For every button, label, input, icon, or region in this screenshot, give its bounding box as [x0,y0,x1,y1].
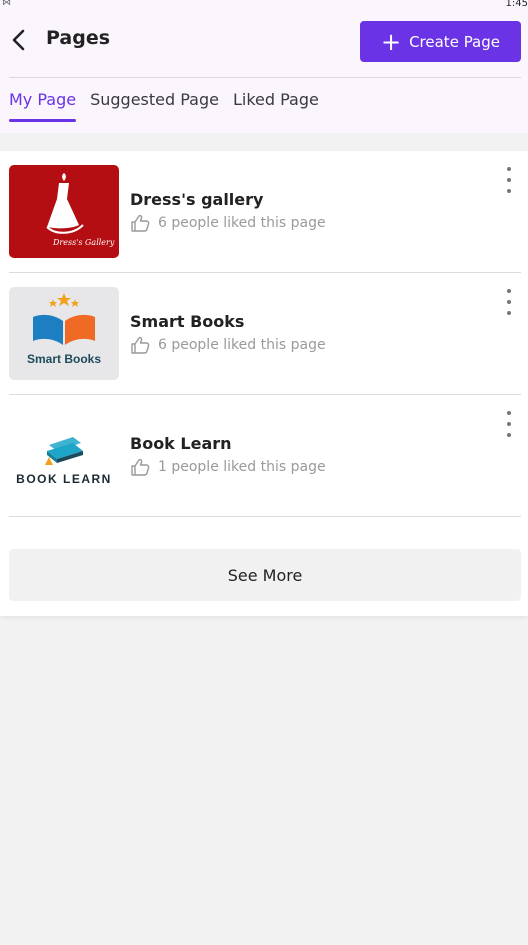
likes-text: 1 people liked this page [158,459,326,475]
likes-text: 6 people liked this page [158,337,326,353]
page-likes: 1 people liked this page [130,458,326,476]
more-options-icon[interactable] [503,411,515,437]
page-list-item[interactable]: BOOK LEARN Book Learn 1 people liked thi… [9,395,521,517]
notification-muted-icon: ⋈ [2,0,11,8]
thumbs-up-icon [131,336,150,354]
page-name[interactable]: Smart Books [130,312,244,331]
dress-logo-icon: Dress's Gallery [46,173,115,247]
header-divider [9,77,521,78]
book-learn-logo-icon: BOOK LEARN [16,437,112,486]
pages-list-card: Dress's Gallery Dress's gallery 6 people… [0,151,528,616]
page-name[interactable]: Book Learn [130,434,232,453]
back-arrow-icon[interactable] [8,28,32,52]
app-header: Pages + Create Page [0,10,528,133]
likes-text: 6 people liked this page [158,215,326,231]
page-likes: 6 people liked this page [130,336,326,354]
status-time: 1:45 [505,0,528,9]
thumbs-up-icon [131,214,150,232]
page-logo-dress-gallery: Dress's Gallery [9,165,119,258]
book-logo-icon: Smart Books [27,293,101,366]
tab-liked-page[interactable]: Liked Page [233,90,319,109]
svg-text:BOOK LEARN: BOOK LEARN [16,472,112,486]
page-title: Pages [46,27,111,49]
more-options-icon[interactable] [503,289,515,315]
svg-text:Dress's Gallery: Dress's Gallery [52,238,115,247]
page-logo-book-learn: BOOK LEARN [9,409,119,502]
page-list-item[interactable]: Smart Books Smart Books 6 people liked t… [9,273,521,395]
plus-icon: + [380,27,402,56]
page-tabs: My Page Suggested Page Liked Page [9,90,319,122]
page-logo-smart-books: Smart Books [9,287,119,380]
tab-my-page[interactable]: My Page [9,90,77,122]
thumbs-up-icon [131,458,150,476]
tab-suggested-page[interactable]: Suggested Page [90,90,219,109]
more-options-icon[interactable] [503,167,515,193]
page-likes: 6 people liked this page [130,214,326,232]
svg-text:Smart Books: Smart Books [27,352,101,366]
status-bar: ⋈ 1:45 [0,0,528,10]
create-page-label: Create Page [409,32,501,51]
create-page-button[interactable]: + Create Page [360,21,521,62]
page-name[interactable]: Dress's gallery [130,190,263,209]
see-more-button[interactable]: See More [9,549,521,601]
page-list-item[interactable]: Dress's Gallery Dress's gallery 6 people… [9,151,521,273]
